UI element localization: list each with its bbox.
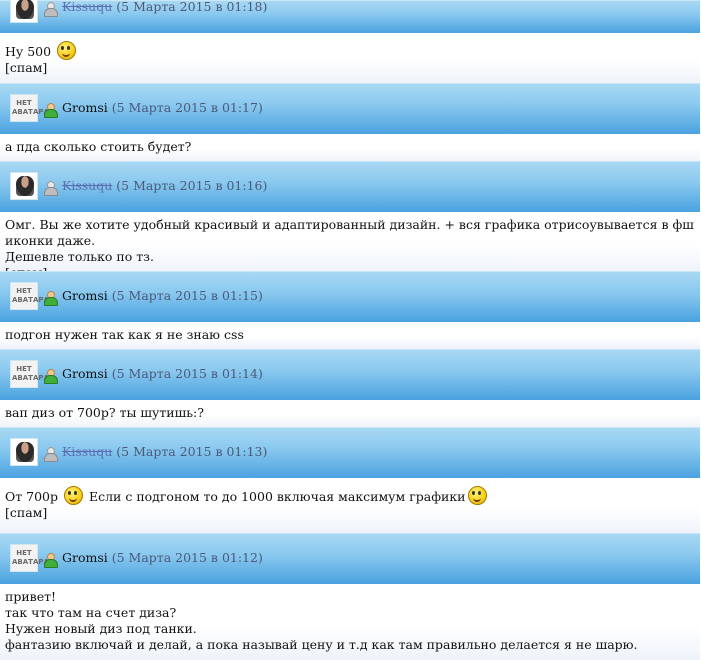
message-line: От 700р Если с подгоном то до 1000 включ… <box>5 486 695 505</box>
post-timestamp: (5 Марта 2015 в 01:12) <box>111 550 263 565</box>
author-link[interactable]: Gromsi <box>62 100 108 115</box>
user-online-icon <box>43 290 58 306</box>
post-timestamp: (5 Марта 2015 в 01:13) <box>116 444 268 459</box>
post-meta: Gromsi (5 Марта 2015 в 01:12) <box>62 550 263 565</box>
post-meta: Kissuqu (5 Марта 2015 в 01:16) <box>62 178 267 193</box>
spam-link[interactable]: [спам] <box>5 505 695 521</box>
message-line: Ну 500 <box>5 41 695 60</box>
post-timestamp: (5 Марта 2015 в 01:15) <box>111 288 263 303</box>
user-banned-icon <box>43 180 58 196</box>
user-banned-icon <box>43 1 58 17</box>
author-link[interactable]: Kissuqu <box>62 444 112 459</box>
chat-thread: Kissuqu (5 Марта 2015 в 01:18) Ну 500 [с… <box>0 0 700 660</box>
smiley-icon <box>57 41 77 60</box>
post-meta: Gromsi (5 Марта 2015 в 01:15) <box>62 288 263 303</box>
no-avatar-icon[interactable]: НЕТ АВАТАРА <box>10 282 49 310</box>
author-link[interactable]: Gromsi <box>62 288 108 303</box>
smiley-icon <box>63 486 83 505</box>
avatar[interactable] <box>10 0 38 23</box>
avatar[interactable] <box>10 172 38 200</box>
author-link[interactable]: Kissuqu <box>62 0 112 14</box>
message-line: Нужен новый диз под танки. <box>5 621 197 636</box>
post-timestamp: (5 Марта 2015 в 01:16) <box>116 178 268 193</box>
post-header: Kissuqu (5 Марта 2015 в 01:18) <box>0 0 700 33</box>
post-timestamp: (5 Марта 2015 в 01:14) <box>111 366 263 381</box>
post-header: НЕТ АВАТАРА Gromsi (5 Марта 2015 в 01:17) <box>0 83 700 134</box>
user-banned-icon <box>43 446 58 462</box>
user-online-icon <box>43 552 58 568</box>
post-header: Kissuqu (5 Марта 2015 в 01:16) <box>0 161 700 212</box>
message-line: фантазию включай и делай, а пока называй… <box>5 637 638 652</box>
author-link[interactable]: Gromsi <box>62 366 108 381</box>
message-line: подгон нужен так как я не знаю css <box>5 327 244 342</box>
post-header: Kissuqu (5 Марта 2015 в 01:13) <box>0 427 700 478</box>
post-meta: Gromsi (5 Марта 2015 в 01:17) <box>62 100 263 115</box>
post-meta: Gromsi (5 Марта 2015 в 01:14) <box>62 366 263 381</box>
post-body: вап диз от 700р? ты шутишь:? <box>0 400 700 427</box>
no-avatar-icon[interactable]: НЕТ АВАТАРА <box>10 360 49 388</box>
post-header: НЕТ АВАТАРА Gromsi (5 Марта 2015 в 01:14) <box>0 349 700 400</box>
user-online-icon <box>43 102 58 118</box>
post-body: Ну 500 [спам] <box>0 33 700 83</box>
no-avatar-icon[interactable]: НЕТ АВАТАРА <box>10 544 49 572</box>
author-link[interactable]: Gromsi <box>62 550 108 565</box>
post-body: привет! так что там на счет диза? Нужен … <box>0 584 700 660</box>
message-line: Дешевле только по тз. <box>5 249 154 264</box>
message-line: вап диз от 700р? ты шутишь:? <box>5 405 204 420</box>
post-header: НЕТ АВАТАРА Gromsi (5 Марта 2015 в 01:12) <box>0 533 700 584</box>
message-line: так что там на счет диза? <box>5 605 177 620</box>
smiley-icon <box>467 486 487 505</box>
post-meta: Kissuqu (5 Марта 2015 в 01:18) <box>62 0 267 14</box>
post-timestamp: (5 Марта 2015 в 01:18) <box>116 0 268 14</box>
post-timestamp: (5 Марта 2015 в 01:17) <box>111 100 263 115</box>
message-line: а пда сколько стоить будет? <box>5 139 192 154</box>
post-body: а пда сколько стоить будет? <box>0 134 700 161</box>
message-line: Омг. Вы же хотите удобный красивый и ада… <box>5 217 694 248</box>
avatar[interactable] <box>10 438 38 466</box>
user-online-icon <box>43 368 58 384</box>
message-line: привет! <box>5 589 57 604</box>
post-body: подгон нужен так как я не знаю css <box>0 322 700 349</box>
post-body: Омг. Вы же хотите удобный красивый и ада… <box>0 212 700 280</box>
spam-link[interactable]: [спам] <box>5 60 695 76</box>
post-header: НЕТ АВАТАРА Gromsi (5 Марта 2015 в 01:15) <box>0 271 700 322</box>
post-meta: Kissuqu (5 Марта 2015 в 01:13) <box>62 444 267 459</box>
no-avatar-icon[interactable]: НЕТ АВАТАРА <box>10 94 49 122</box>
author-link[interactable]: Kissuqu <box>62 178 112 193</box>
post-body: От 700р Если с подгоном то до 1000 включ… <box>0 478 700 533</box>
